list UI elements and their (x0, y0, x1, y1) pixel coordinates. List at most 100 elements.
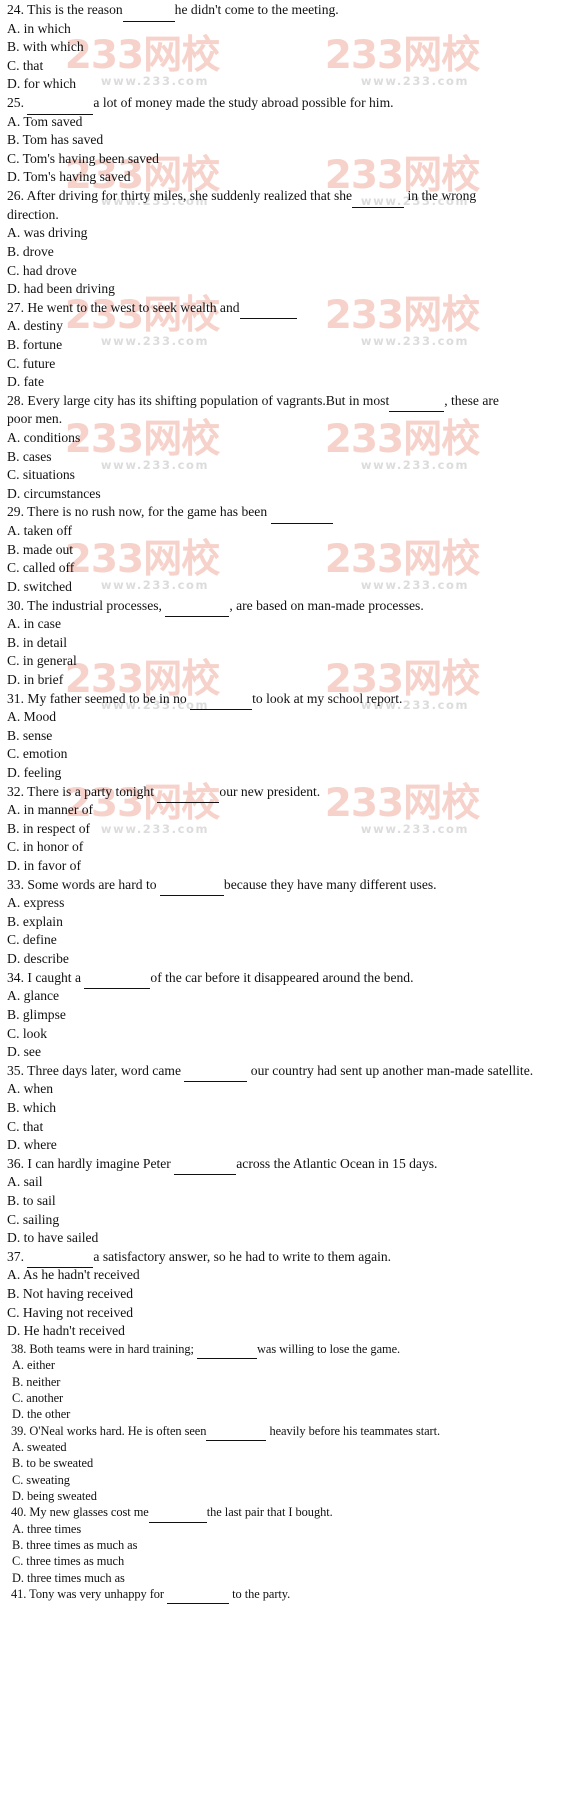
answer-option[interactable]: D. circumstances (0, 485, 585, 504)
answer-option[interactable]: B. with which (0, 38, 585, 57)
question-line: 40. My new glasses cost me the last pair… (0, 1504, 585, 1523)
answer-option[interactable]: C. in general (0, 652, 585, 671)
question-number: 30. (7, 597, 24, 613)
answer-option[interactable]: C. that (0, 57, 585, 76)
question-number: 35. (7, 1062, 24, 1078)
answer-option[interactable]: A. destiny (0, 317, 585, 336)
answer-option[interactable]: D. He hadn't received (0, 1322, 585, 1341)
answer-option[interactable]: B. cases (0, 448, 585, 467)
answer-option[interactable]: C. three times as much (0, 1553, 585, 1569)
answer-option[interactable]: A. express (0, 894, 585, 913)
question-text-after-blank: he didn't come to the meeting. (174, 2, 339, 17)
answer-option[interactable]: D. fate (0, 373, 585, 392)
answer-option[interactable]: B. drove (0, 243, 585, 262)
answer-option[interactable]: D. the other (0, 1406, 585, 1422)
question-text-after-blank: to the party. (229, 1587, 291, 1602)
question-line: 25. a lot of money made the study abroad… (0, 94, 585, 115)
question-number: 36. (7, 1155, 24, 1171)
answer-option[interactable]: D. see (0, 1043, 585, 1062)
question-line: 39. O'Neal works hard. He is often seen … (0, 1423, 585, 1441)
question-line: 34. I caught a of the car before it disa… (0, 969, 585, 990)
answer-option[interactable]: D. three times much as (0, 1570, 585, 1586)
answer-option[interactable]: A. sail (0, 1173, 585, 1192)
answer-option[interactable]: D. in favor of (0, 857, 585, 876)
answer-option[interactable]: A. conditions (0, 429, 585, 448)
answer-option[interactable]: B. glimpse (0, 1006, 585, 1025)
exam-content: 24. This is the reason he didn't come to… (0, 0, 585, 1605)
question-text-after-blank: a lot of money made the study abroad pos… (93, 95, 394, 111)
answer-option[interactable]: B. three times as much as (0, 1537, 585, 1553)
answer-option[interactable]: B. which (0, 1099, 585, 1118)
answer-option[interactable]: A. sweated (0, 1439, 585, 1455)
answer-option[interactable]: B. neither (0, 1374, 585, 1390)
answer-option[interactable]: B. explain (0, 913, 585, 932)
answer-option[interactable]: D. where (0, 1136, 585, 1155)
answer-option[interactable]: D. being sweated (0, 1488, 585, 1504)
question-text-before-blank: After driving for thirty miles, she sudd… (26, 188, 353, 204)
question-line: 27. He went to the west to seek wealth a… (0, 299, 585, 320)
answer-option[interactable]: C. Having not received (0, 1304, 585, 1323)
answer-option[interactable]: A. either (0, 1357, 585, 1373)
answer-option[interactable]: C. look (0, 1025, 585, 1044)
answer-option[interactable]: D. describe (0, 950, 585, 969)
answer-option[interactable]: C. define (0, 931, 585, 950)
answer-option[interactable]: A. As he hadn't received (0, 1266, 585, 1285)
question-text-before-blank: Some words are hard to (27, 876, 160, 892)
answer-option[interactable]: B. in respect of (0, 820, 585, 839)
answer-option[interactable]: C. another (0, 1390, 585, 1406)
answer-option[interactable]: B. in detail (0, 634, 585, 653)
answer-option[interactable]: C. in honor of (0, 838, 585, 857)
question-line: 37. a satisfactory answer, so he had to … (0, 1248, 585, 1269)
answer-option[interactable]: C. situations (0, 466, 585, 485)
question-text-after-blank: to look at my school report. (252, 690, 403, 706)
answer-option[interactable]: D. switched (0, 578, 585, 597)
answer-option[interactable]: B. to sail (0, 1192, 585, 1211)
question-line: 36. I can hardly imagine Peter across th… (0, 1155, 585, 1176)
answer-option[interactable]: D. Tom's having saved (0, 168, 585, 187)
question-number: 32. (7, 783, 24, 799)
answer-option[interactable]: D. in brief (0, 671, 585, 690)
answer-option[interactable]: D. feeling (0, 764, 585, 783)
answer-option[interactable]: C. called off (0, 559, 585, 578)
question-text-after-blank: heavily before his teammates start. (266, 1423, 441, 1438)
question-number: 27. (7, 299, 24, 315)
question-text-after-blank: our new president. (219, 783, 321, 799)
answer-option[interactable]: B. sense (0, 727, 585, 746)
question-text-after-blank: the last pair that I bought. (206, 1505, 333, 1520)
answer-blank[interactable] (167, 1587, 230, 1605)
answer-option[interactable]: A. in manner of (0, 801, 585, 820)
answer-option[interactable]: A. in case (0, 615, 585, 634)
answer-option[interactable]: B. Not having received (0, 1285, 585, 1304)
question-text-before-blank: There is no rush now, for the game has b… (27, 504, 271, 520)
answer-option[interactable]: A. when (0, 1080, 585, 1099)
answer-option[interactable]: C. sweating (0, 1472, 585, 1488)
answer-option[interactable]: A. was driving (0, 224, 585, 243)
question-block: 24. This is the reason he didn't come to… (0, 1, 585, 1341)
answer-option[interactable]: C. emotion (0, 745, 585, 764)
answer-option[interactable]: A. three times (0, 1521, 585, 1537)
question-number: 38. (11, 1341, 27, 1356)
answer-option[interactable]: A. in which (0, 20, 585, 39)
answer-option[interactable]: C. had drove (0, 262, 585, 281)
question-text-before-blank: This is the reason (27, 2, 123, 17)
answer-option[interactable]: A. Mood (0, 708, 585, 727)
question-number: 31. (7, 690, 24, 706)
answer-option[interactable]: D. for which (0, 75, 585, 94)
answer-option[interactable]: B. to be sweated (0, 1455, 585, 1471)
answer-option[interactable]: A. glance (0, 987, 585, 1006)
question-continuation-line: poor men. (7, 411, 63, 427)
answer-option[interactable]: C. Tom's having been saved (0, 150, 585, 169)
answer-option[interactable]: B. Tom has saved (0, 131, 585, 150)
answer-option[interactable]: B. fortune (0, 336, 585, 355)
answer-option[interactable]: C. that (0, 1118, 585, 1137)
answer-option[interactable]: B. made out (0, 541, 585, 560)
question-text-before-blank: Three days later, word came (27, 1062, 185, 1078)
answer-option[interactable]: C. future (0, 355, 585, 374)
answer-option[interactable]: D. to have sailed (0, 1229, 585, 1248)
answer-option[interactable]: A. Tom saved (0, 113, 585, 132)
answer-option[interactable]: C. sailing (0, 1211, 585, 1230)
question-line: 29. There is no rush now, for the game h… (0, 503, 585, 525)
answer-option[interactable]: D. had been driving (0, 280, 585, 299)
answer-option[interactable]: A. taken off (0, 522, 585, 541)
question-line: 30. The industrial processes, , are base… (0, 597, 585, 618)
